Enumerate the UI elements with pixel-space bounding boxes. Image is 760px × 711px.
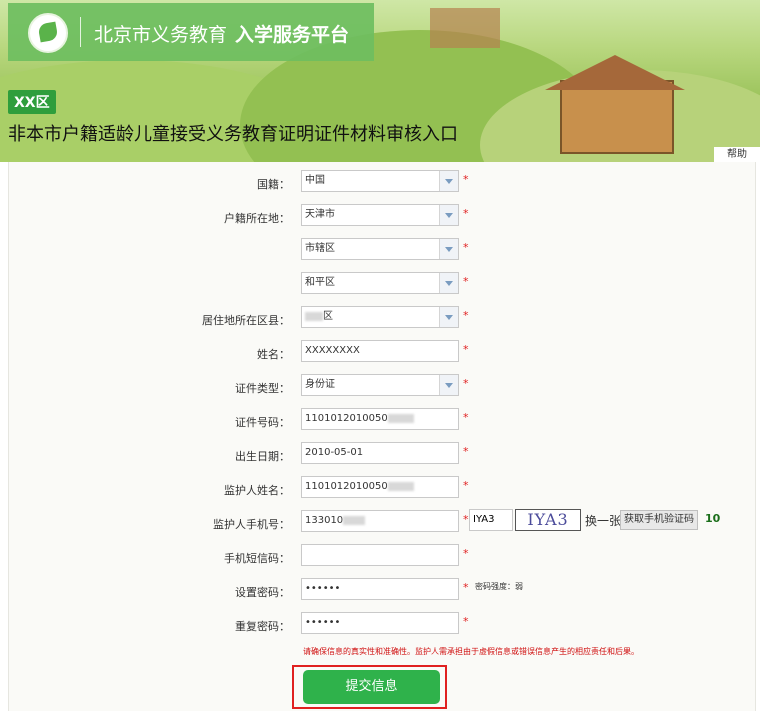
logo-bar: 北京市义务教育 入学服务平台 [8, 3, 374, 61]
nationality-value: 中国 [305, 175, 325, 186]
header-banner: 北京市义务教育 入学服务平台 XX区 非本市户籍适龄儿童接受义务教育证明证件材料审… [0, 0, 760, 162]
chevron-down-icon[interactable] [439, 205, 458, 225]
hukou-label: 户籍所在地： [224, 212, 290, 225]
chevron-down-icon[interactable] [439, 171, 458, 191]
sms-code-label: 手机短信码： [224, 552, 290, 565]
hukou-district-value: 和平区 [305, 277, 335, 288]
banner-house-icon [560, 80, 674, 154]
refresh-captcha-link[interactable]: 换一张 [585, 512, 621, 529]
blurred-text [343, 515, 366, 525]
platform-title-bold: 入学服务平台 [235, 24, 350, 46]
required-mark: * [463, 173, 469, 186]
sms-code-input[interactable] [301, 544, 459, 566]
password-strength: 密码强度：弱 [475, 582, 523, 591]
password-repeat-label: 重复密码： [235, 620, 290, 633]
guardian-name-input[interactable]: 1101012010050 [301, 476, 459, 498]
blurred-text [387, 481, 414, 491]
district-badge: XX区 [8, 90, 56, 114]
nationality-label: 国籍： [257, 178, 290, 191]
name-label: 姓名： [257, 348, 290, 361]
guardian-name-label: 监护人姓名： [224, 484, 290, 497]
required-mark: * [463, 309, 469, 322]
help-link[interactable]: 帮助 [714, 147, 760, 162]
banner-roof-icon [545, 55, 685, 90]
sms-countdown: 10 [705, 512, 721, 525]
required-mark: * [463, 411, 469, 424]
page-title: 非本市户籍适龄儿童接受义务教育证明证件材料审核入口 [8, 124, 458, 145]
submit-button[interactable]: 提交信息 [303, 670, 440, 704]
nationality-select[interactable]: 中国 [301, 170, 459, 192]
banner-house-icon [430, 8, 500, 48]
required-mark: * [463, 615, 469, 628]
birth-date-label: 出生日期： [235, 450, 290, 463]
get-sms-code-button[interactable]: 获取手机验证码 [620, 510, 698, 530]
required-mark: * [463, 445, 469, 458]
required-mark: * [463, 275, 469, 288]
hukou-city-select[interactable]: 市辖区 [301, 238, 459, 260]
hukou-province-value: 天津市 [305, 209, 335, 220]
guardian-phone-label: 监护人手机号： [213, 518, 290, 531]
birth-date-input[interactable]: 2010-05-01 [301, 442, 459, 464]
required-mark: * [463, 581, 469, 594]
platform-title: 北京市义务教育 入学服务平台 [94, 20, 349, 47]
captcha-image[interactable]: IYA3 [515, 509, 581, 531]
password-input[interactable]: •••••• [301, 578, 459, 600]
required-mark: * [463, 241, 469, 254]
required-mark: * [463, 547, 469, 560]
required-mark: * [463, 513, 469, 526]
required-mark: * [463, 377, 469, 390]
id-number-input[interactable]: 1101012010050 [301, 408, 459, 430]
education-logo-icon [28, 13, 68, 53]
required-mark: * [463, 207, 469, 220]
password-repeat-input[interactable]: •••••• [301, 612, 459, 634]
residence-label: 居住地所在区县： [202, 314, 290, 327]
id-type-label: 证件类型： [235, 382, 290, 395]
guardian-phone-input[interactable]: 133010 [301, 510, 459, 532]
residence-value: 区 [323, 311, 333, 322]
chevron-down-icon[interactable] [439, 375, 458, 395]
hukou-district-select[interactable]: 和平区 [301, 272, 459, 294]
blurred-text [387, 413, 414, 423]
id-number-label: 证件号码： [235, 416, 290, 429]
captcha-input[interactable]: IYA3 [469, 509, 513, 531]
hukou-province-select[interactable]: 天津市 [301, 204, 459, 226]
id-type-value: 身份证 [305, 379, 335, 390]
required-mark: * [463, 479, 469, 492]
logo-divider [80, 17, 81, 47]
name-input[interactable]: XXXXXXXX [301, 340, 459, 362]
guardian-phone-value: 133010 [305, 515, 344, 526]
blurred-text [305, 311, 323, 321]
chevron-down-icon[interactable] [439, 307, 458, 327]
chevron-down-icon[interactable] [439, 239, 458, 259]
accuracy-notice: 请确保信息的真实性和准确性。监护人需承担由于虚假信息或错误信息产生的相应责任和后… [303, 647, 639, 656]
platform-title-text: 北京市义务教育 [94, 24, 228, 46]
guardian-name-value: 1101012010050 [305, 481, 388, 492]
hukou-city-value: 市辖区 [305, 243, 335, 254]
id-number-value: 1101012010050 [305, 413, 388, 424]
id-type-select[interactable]: 身份证 [301, 374, 459, 396]
required-mark: * [463, 343, 469, 356]
chevron-down-icon[interactable] [439, 273, 458, 293]
residence-select[interactable]: 区 [301, 306, 459, 328]
password-label: 设置密码： [235, 586, 290, 599]
